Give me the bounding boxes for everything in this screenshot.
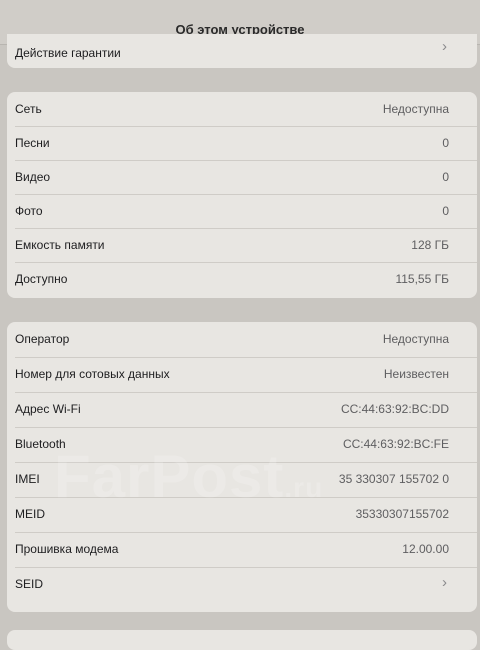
row-label: Номер для сотовых данных — [15, 367, 170, 381]
row-label: Доступно — [15, 272, 68, 286]
row-label: MEID — [15, 507, 45, 521]
warranty-group: Действие гарантии › — [7, 34, 477, 68]
stats-row-available: Доступно 115,55 ГБ — [7, 262, 477, 296]
row-value: CC:44:63:92:BC:DD — [340, 402, 449, 416]
row-label: Адрес Wi-Fi — [15, 402, 81, 416]
network-row-cellular-number: Номер для сотовых данных Неизвестен — [7, 357, 477, 391]
row-label: Видео — [15, 170, 51, 184]
stats-group: Сеть Недоступна Песни 0 Видео 0 Фото 0 Е… — [7, 92, 477, 298]
stats-row-photos: Фото 0 — [7, 194, 477, 228]
row-value: 35 330307 155702 0 — [338, 472, 449, 486]
network-row-modem-firmware: Прошивка модема 12.00.00 — [7, 532, 477, 566]
row-value: 0 — [442, 136, 449, 150]
row-label: Сеть — [15, 102, 42, 116]
chevron-right-icon: › — [442, 38, 447, 55]
warranty-row[interactable]: Действие гарантии › — [7, 34, 477, 68]
row-label: SEID — [15, 577, 44, 591]
stats-row-songs: Песни 0 — [7, 126, 477, 160]
chevron-right-icon: › — [442, 574, 447, 591]
row-value: CC:44:63:92:BC:FE — [342, 437, 449, 451]
stats-row-videos: Видео 0 — [7, 160, 477, 194]
row-label: Оператор — [15, 332, 70, 346]
row-label: Емкость памяти — [15, 238, 105, 252]
network-row-carrier: Оператор Недоступна — [7, 322, 477, 356]
network-row-seid[interactable]: SEID › — [7, 567, 477, 601]
row-value: 0 — [442, 204, 449, 218]
row-value: 115,55 ГБ — [395, 272, 449, 286]
stats-row-capacity: Емкость памяти 128 ГБ — [7, 228, 477, 262]
row-value: 12.00.00 — [402, 542, 449, 556]
row-value: Неизвестен — [383, 367, 449, 381]
row-value: Недоступна — [382, 332, 449, 346]
stats-row-network: Сеть Недоступна — [7, 92, 477, 126]
next-group — [7, 630, 477, 650]
network-row-wifi[interactable]: Адрес Wi-Fi CC:44:63:92:BC:DD — [7, 392, 477, 426]
row-label: Песни — [15, 136, 50, 150]
row-value: 35330307155702 — [355, 507, 449, 521]
row-value: Недоступна — [382, 102, 449, 116]
row-label: Прошивка модема — [15, 542, 119, 556]
row-label: Фото — [15, 204, 43, 218]
row-label: IMEI — [15, 472, 40, 486]
row-value: 0 — [442, 170, 449, 184]
row-value: 128 ГБ — [411, 238, 449, 252]
warranty-label: Действие гарантии — [15, 46, 121, 60]
watermark: FarPost.ru — [54, 443, 324, 510]
